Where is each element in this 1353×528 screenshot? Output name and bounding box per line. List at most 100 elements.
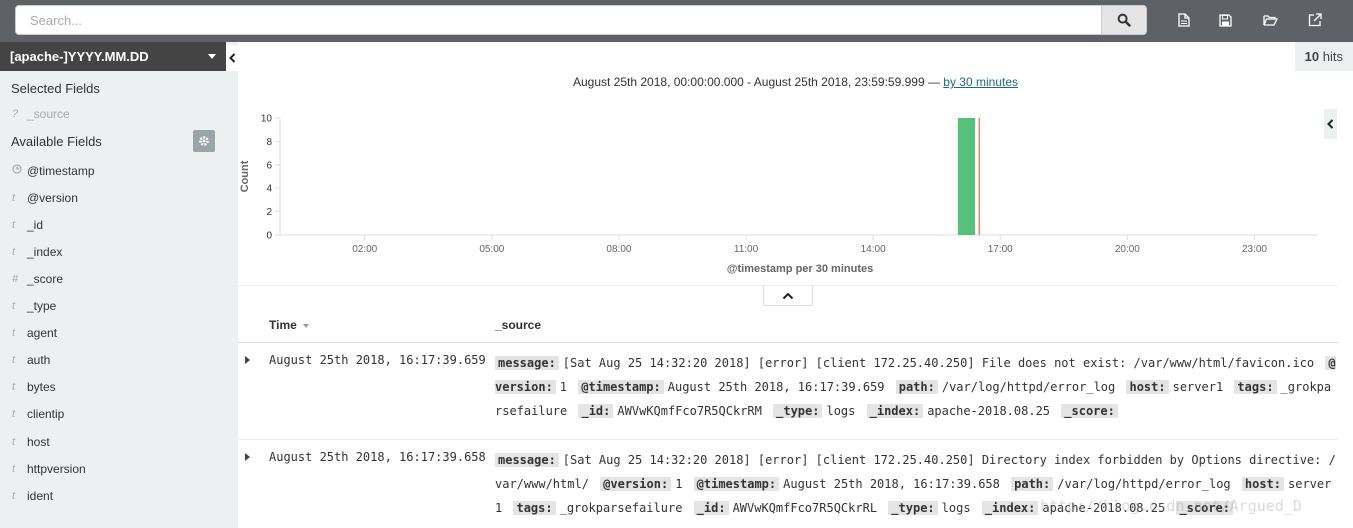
index-pattern-selector[interactable]: [apache-]YYYY.MM.DD [0, 42, 226, 71]
field-item[interactable]: t bytes [0, 374, 226, 401]
top-navbar [0, 0, 1353, 42]
field-name: _type [27, 299, 57, 314]
row-time: August 25th 2018, 16:17:39.658 [269, 450, 486, 464]
time-header-label: Time [269, 318, 297, 332]
x-tick-label: 02:00 [352, 244, 377, 255]
string-type-icon: t [12, 489, 16, 502]
collapse-sidebar-button[interactable] [226, 45, 238, 71]
clock-icon [12, 164, 27, 177]
string-type-icon: t [12, 245, 16, 258]
source-field-value: /var/log/httpd/error_log [941, 380, 1116, 394]
header-divider [238, 342, 1338, 343]
source-field-key: host: [1241, 477, 1284, 491]
source-field-key: _id: [693, 501, 729, 515]
field-item[interactable]: t _type [0, 293, 226, 320]
source-field-value: 1 [675, 477, 683, 491]
source-field-key: tags: [513, 501, 556, 515]
field-name: _score [27, 272, 64, 287]
save-search-button[interactable] [1215, 10, 1235, 30]
field-settings-button[interactable] [193, 130, 215, 153]
string-type-icon: t [12, 191, 16, 204]
time-column-header[interactable]: Time [269, 318, 310, 332]
source-field-value: apache-2018.08.25 [927, 404, 1051, 418]
expand-row-icon[interactable] [245, 356, 250, 364]
x-tick-label: 05:00 [479, 244, 504, 255]
watermark: http://blog.csdn.net/Argued_D [1040, 497, 1302, 515]
source-field-value: _grokparsefailure [559, 501, 683, 515]
source-field-key: path: [895, 380, 938, 394]
sidebar-collapse-column [226, 42, 238, 528]
string-type-icon: t [12, 381, 16, 394]
field-item[interactable]: t httpversion [0, 455, 226, 482]
y-tick-label: 2 [266, 207, 272, 218]
open-search-icon [1262, 14, 1278, 26]
expand-chart-button[interactable] [1324, 109, 1337, 139]
x-tick-label: 20:00 [1115, 244, 1140, 255]
index-pattern-label: [apache-]YYYY.MM.DD [10, 49, 149, 64]
available-fields-heading: Available Fields [11, 133, 102, 149]
field-item[interactable]: t agent [0, 320, 226, 347]
field-sidebar: [apache-]YYYY.MM.DD Selected Fields ? _so… [0, 42, 226, 528]
field-item[interactable]: t _index [0, 238, 226, 265]
source-field-key: path: [1011, 477, 1054, 491]
x-tick-label: 14:00 [861, 244, 886, 255]
field-item[interactable]: @timestamp [0, 157, 226, 184]
string-type-icon: t [12, 218, 16, 231]
source-field-value: logs [826, 404, 856, 418]
source-field-key: _score: [1061, 404, 1118, 418]
new-search-button[interactable] [1174, 10, 1194, 30]
search-button[interactable] [1101, 5, 1147, 35]
source-column-header: _source [495, 318, 542, 332]
source-field-value: AWVwKQmfFco7R5QCkrRM [617, 404, 762, 418]
collapse-chart-button[interactable] [763, 286, 813, 306]
chevron-up-icon [782, 292, 794, 299]
string-type-icon: t [12, 327, 16, 340]
source-field-key: _index: [866, 404, 924, 418]
source-field-value: 1 [559, 380, 568, 394]
row-divider [238, 439, 1338, 440]
histogram-bar [957, 118, 976, 235]
field-item[interactable]: t _id [0, 211, 226, 238]
field-name: bytes [27, 380, 56, 395]
field-item[interactable]: t clientip [0, 401, 226, 428]
string-type-icon: t [12, 354, 16, 367]
field-name: httpversion [27, 461, 86, 476]
string-type-icon: t [12, 435, 16, 448]
field-item[interactable]: t ident [0, 482, 226, 509]
expand-row-icon[interactable] [245, 453, 250, 461]
field-name: clientip [27, 407, 65, 422]
hits-count: 10 [1304, 49, 1320, 64]
hits-counter: 10 hits [1294, 42, 1353, 71]
source-field-value: AWVwKQmfFco7R5QCkrRL [732, 501, 878, 515]
hits-label: hits [1322, 49, 1343, 64]
source-field-key: @version: [600, 477, 672, 491]
search-input[interactable] [15, 5, 1102, 35]
field-name: _id [27, 217, 44, 232]
share-button[interactable] [1305, 10, 1325, 30]
field-item[interactable]: ? _source [0, 100, 226, 127]
unknown-type-icon: ? [12, 107, 19, 120]
interval-link[interactable]: by 30 minutes [943, 75, 1018, 89]
source-field-key: _index: [981, 501, 1039, 515]
y-tick-label: 0 [266, 231, 272, 242]
source-field-key: host: [1126, 380, 1169, 394]
y-tick-label: 10 [261, 114, 273, 125]
chevron-left-icon [228, 53, 235, 63]
selected-fields-list: ? _source [0, 100, 226, 127]
source-field-value: server1 [1172, 380, 1224, 394]
source-field-key: @timestamp: [693, 477, 780, 491]
open-search-button[interactable] [1260, 10, 1280, 30]
source-field-key: message: [495, 453, 559, 467]
field-item[interactable]: t @version [0, 184, 226, 211]
string-type-icon: t [12, 300, 16, 313]
available-fields-header: Available Fields [0, 129, 226, 153]
field-item[interactable]: t host [0, 428, 226, 455]
source-field-value: /var/log/httpd/error_log [1057, 477, 1231, 491]
field-item[interactable]: t auth [0, 347, 226, 374]
y-tick-label: 4 [266, 184, 272, 195]
field-item[interactable]: # _score [0, 265, 226, 292]
new-search-icon [1178, 13, 1190, 27]
source-field-value: August 25th 2018, 16:17:39.658 [783, 477, 1000, 491]
source-field-value: logs [941, 501, 971, 515]
y-axis-title: Count [239, 160, 251, 192]
